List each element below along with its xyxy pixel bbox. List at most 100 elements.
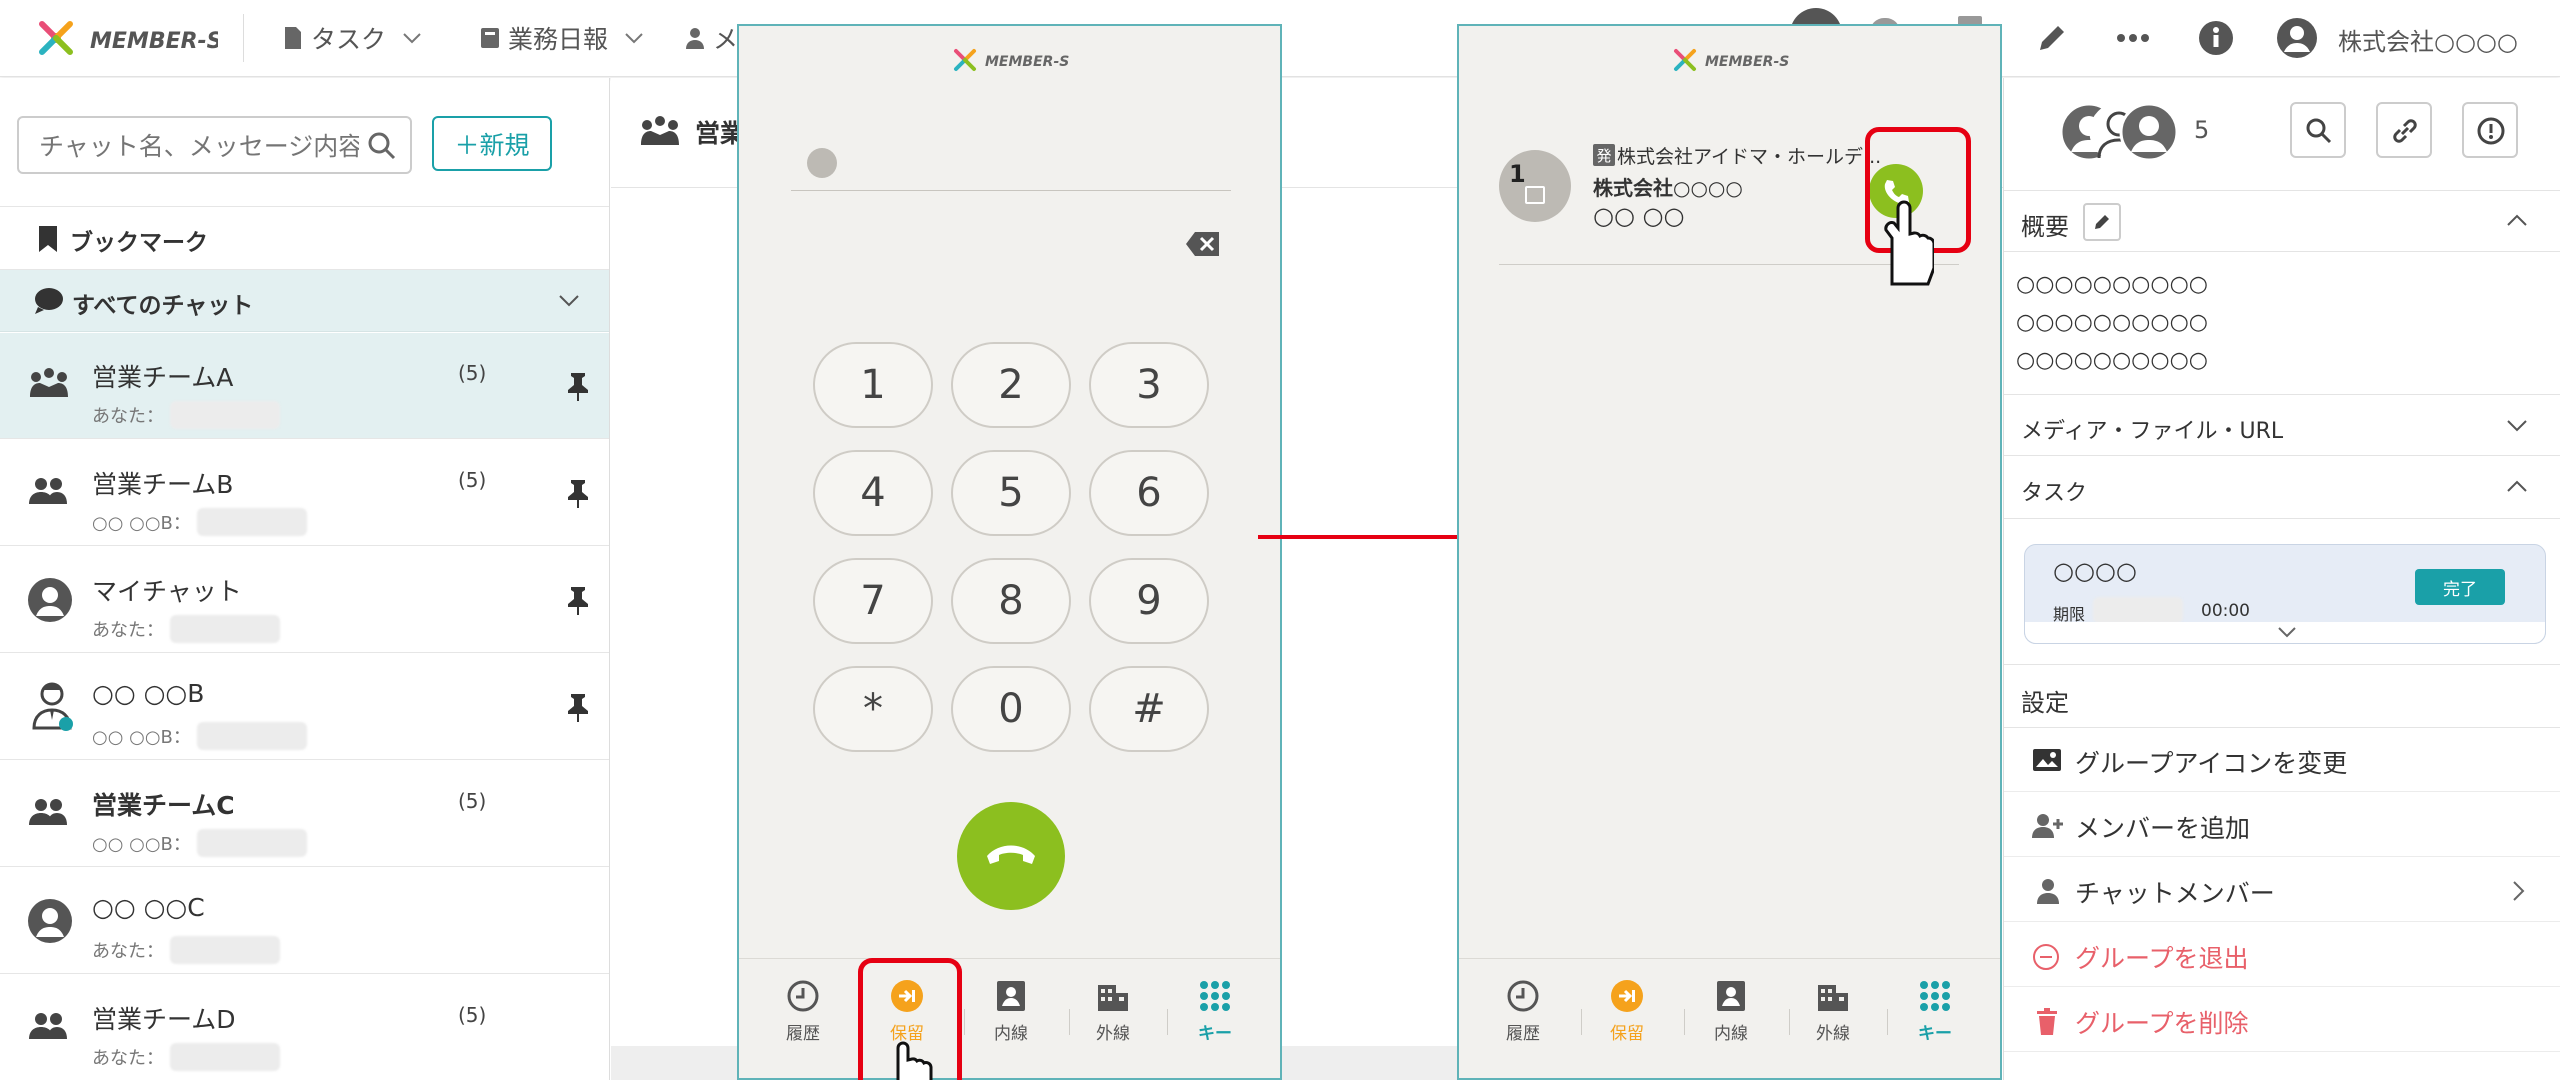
search-icon[interactable] (367, 131, 397, 161)
dial-key-3[interactable]: 3 (1089, 342, 1209, 428)
change-group-icon-item[interactable]: グループアイコンを変更 (2004, 728, 2560, 792)
hang-up-button[interactable] (957, 802, 1065, 910)
chat-preview-sender: ○○ ○○B： (92, 727, 191, 748)
all-chats-section[interactable]: すべてのチャット (0, 270, 609, 332)
chevron-down-icon[interactable] (2506, 419, 2528, 433)
chat-preview: ○○ ○○B： (92, 508, 307, 536)
dial-key-star[interactable]: * (813, 666, 933, 752)
number-input-underline[interactable] (791, 190, 1231, 191)
divider (243, 14, 244, 62)
blurred-message (196, 829, 307, 857)
dial-key-9[interactable]: 9 (1089, 558, 1209, 644)
delete-group-item[interactable]: グループを削除 (2004, 988, 2560, 1052)
dial-key-2[interactable]: 2 (951, 342, 1071, 428)
chat-name: 営業チームD (92, 1005, 236, 1034)
new-chat-button[interactable]: ＋新規 (432, 116, 552, 171)
chat-preview-sender: あなた： (92, 941, 164, 962)
task-header[interactable]: タスク (2004, 457, 2560, 519)
nav-hold[interactable]: 保留 (1587, 979, 1667, 1044)
edit-overview-button[interactable] (2083, 203, 2121, 241)
chat-row[interactable]: マイチャット あなた： (0, 547, 609, 653)
more-dots-icon[interactable] (2115, 22, 2151, 54)
dial-key-6[interactable]: 6 (1089, 450, 1209, 536)
chat-row[interactable]: ○○ ○○C あなた： (0, 868, 609, 974)
pin-icon[interactable] (565, 478, 591, 508)
leave-group-label: グループを退出 (2075, 944, 2249, 973)
chat-row[interactable]: 営業チームA あなた： (5) (0, 333, 609, 439)
member-count: 5 (2194, 116, 2210, 144)
brand-text: MEMBER-S (985, 54, 1069, 70)
leave-group-item[interactable]: グループを退出 (2004, 923, 2560, 987)
chat-preview-sender: ○○ ○○B： (92, 834, 191, 855)
nav-external-label: 外線 (1096, 1024, 1130, 1044)
dial-key-0[interactable]: 0 (951, 666, 1071, 752)
chat-name: ○○ ○○B (92, 679, 205, 708)
group-icon (28, 797, 68, 827)
nav-separator (1887, 1009, 1888, 1035)
chat-search-box[interactable] (17, 116, 412, 174)
chat-row[interactable]: 営業チームD あなた： (5) (0, 975, 609, 1080)
add-member-item[interactable]: メンバーを追加 (2004, 793, 2560, 857)
chat-row[interactable]: ○○ ○○B ○○ ○○B： (0, 654, 609, 760)
search-icon (2305, 117, 2333, 145)
search-button[interactable] (2290, 102, 2346, 158)
business-person-icon (30, 680, 76, 732)
chat-info-panel: 5 概要 ○○○○○○○○○○ ○○○○○○○○○○ ○○○○○○○○○○ メデ… (2003, 78, 2560, 1080)
dial-key-8[interactable]: 8 (951, 558, 1071, 644)
overview-line: ○○○○○○○○○○ (2016, 310, 2208, 335)
media-header[interactable]: メディア・ファイル・URL (2004, 394, 2560, 456)
keypad-grid-icon (1918, 979, 1952, 1013)
minus-circle-icon (2032, 943, 2060, 971)
nav-extension[interactable]: 内線 (971, 979, 1051, 1044)
chevron-up-icon[interactable] (2506, 479, 2528, 493)
nav-external[interactable]: 外線 (1793, 979, 1873, 1044)
pencil-icon[interactable] (2036, 22, 2068, 54)
nav-task[interactable]: タスク (283, 20, 422, 56)
nav-member[interactable]: メ (685, 20, 738, 56)
dial-key-hash[interactable]: # (1089, 666, 1209, 752)
task-complete-button[interactable]: 完了 (2415, 569, 2505, 605)
chevron-up-icon[interactable] (2506, 213, 2528, 227)
caller-name: ○○ ○○ (1593, 202, 1685, 230)
pin-icon[interactable] (565, 585, 591, 615)
dial-key-4[interactable]: 4 (813, 450, 933, 536)
chat-search-input[interactable] (39, 130, 359, 162)
dial-key-7[interactable]: 7 (813, 558, 933, 644)
nav-extension[interactable]: 内線 (1691, 979, 1771, 1044)
chevron-down-icon[interactable] (558, 294, 580, 308)
task-expand[interactable] (2024, 622, 2546, 644)
chat-preview-sender: ○○ ○○B： (92, 513, 191, 534)
nav-daily-report[interactable]: 業務日報 (480, 20, 644, 56)
dial-key-5[interactable]: 5 (951, 450, 1071, 536)
dial-key-1[interactable]: 1 (813, 342, 933, 428)
blurred-message (170, 936, 280, 964)
nav-keypad[interactable]: キー (1895, 979, 1975, 1044)
pin-icon[interactable] (565, 692, 591, 722)
chat-members-item[interactable]: チャットメンバー (2004, 858, 2560, 922)
account-avatar-icon[interactable] (2276, 17, 2318, 59)
overview-line: ○○○○○○○○○○ (2016, 272, 2208, 297)
building-icon (1816, 979, 1850, 1013)
member-avatars[interactable] (2059, 100, 2179, 164)
overview-header[interactable]: 概要 (2004, 190, 2560, 252)
bookmark-section[interactable]: ブックマーク (0, 206, 609, 270)
member-s-logo[interactable]: MEMBER-S (28, 12, 223, 64)
pin-icon[interactable] (565, 371, 591, 401)
alert-button[interactable] (2462, 102, 2518, 158)
nav-history[interactable]: 履歴 (1483, 979, 1563, 1044)
chat-preview: ○○ ○○B： (92, 829, 307, 857)
nav-external[interactable]: 外線 (1073, 979, 1153, 1044)
chevron-down-icon[interactable] (2277, 626, 2297, 638)
company-name[interactable]: 株式会社○○○○ (2338, 22, 2518, 57)
chat-row[interactable]: 営業チームB ○○ ○○B： (5) (0, 440, 609, 546)
caller-id-icon[interactable] (807, 148, 837, 178)
document-icon (283, 26, 303, 50)
info-icon[interactable] (2198, 20, 2234, 56)
chat-row[interactable]: 営業チームC ○○ ○○B： (5) (0, 761, 609, 867)
nav-history[interactable]: 履歴 (763, 979, 843, 1044)
link-button[interactable] (2376, 102, 2432, 158)
backspace-icon[interactable] (1185, 230, 1221, 258)
all-chats-label: すべてのチャット (72, 293, 254, 319)
person-icon (2036, 878, 2060, 904)
nav-keypad[interactable]: キー (1175, 979, 1255, 1044)
